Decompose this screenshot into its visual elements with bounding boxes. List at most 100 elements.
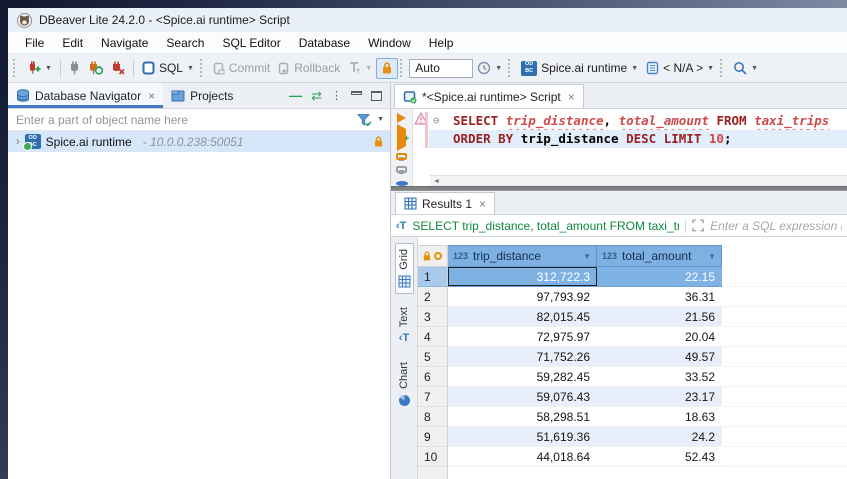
link-with-editor-icon[interactable]: ⇄ [311,88,322,104]
sort-dropdown-icon[interactable]: ▼ [583,252,591,261]
fold-collapse-icon[interactable]: ⊖ [433,112,440,130]
table-row[interactable]: 571,752.2649.57 [418,347,847,367]
table-row[interactable]: 297,793.9236.31 [418,287,847,307]
connection-lock-toggle[interactable] [376,58,398,79]
row-number[interactable]: 7 [418,387,448,407]
commit-button[interactable]: Commit [209,59,274,77]
close-icon[interactable]: × [566,90,575,104]
disconnect-button[interactable] [107,59,129,77]
grid-cell[interactable]: 59,282.45 [448,367,597,387]
table-row[interactable]: 659,282.4533.52 [418,367,847,387]
transaction-log-button[interactable]: ▼ [473,59,506,77]
view-tab-chart[interactable]: Chart [396,357,413,412]
execute-statement-button[interactable] [397,113,406,123]
column-header-total-amount[interactable]: 123 total_amount ▼ [597,245,722,267]
row-number[interactable]: 2 [418,287,448,307]
editor-horizontal-scrollbar[interactable]: ◄ [430,175,847,186]
filter-funnel-icon[interactable] [357,113,372,127]
tab-results-1[interactable]: Results 1 × [395,192,495,214]
minimize-panel-icon[interactable] [351,91,362,95]
connection-selector-dropdown[interactable]: ▼ [631,65,638,72]
row-number[interactable]: 8 [418,407,448,427]
grid-corner-cell[interactable] [418,245,448,267]
database-selector-dropdown[interactable]: ▼ [707,65,714,72]
object-filter-input[interactable]: Enter a part of object name here ▼ [8,109,390,131]
grid-cell[interactable]: 71,752.26 [448,347,597,367]
active-connection-selector[interactable]: OD BC Spice.ai runtime ▼ [517,59,642,78]
menu-help[interactable]: Help [420,34,463,52]
table-row[interactable]: 759,076.4323.17 [418,387,847,407]
sql-editor-dropdown[interactable]: ▼ [187,65,194,72]
new-sql-editor-button[interactable]: SQL ▼ [138,59,198,77]
transaction-mode-button[interactable]: ▼ [344,59,376,77]
search-dropdown[interactable]: ▼ [751,65,758,72]
row-number[interactable]: 1 [418,267,448,287]
grid-cell[interactable]: 22.15 [597,267,722,287]
row-number[interactable]: 9 [418,427,448,447]
table-row[interactable]: 472,975.9720.04 [418,327,847,347]
tree-item-connection[interactable]: › OD BC Spice.ai runtime - 10.0.0.238:50… [8,131,390,152]
table-row[interactable]: 1312,722.322.15 [418,267,847,287]
code-line-2[interactable]: ORDER BY trip_distance DESC LIMIT 10; [429,130,847,148]
transaction-dropdown[interactable]: ▼ [365,65,372,72]
execute-script-button[interactable] [396,153,407,160]
view-tab-grid[interactable]: Grid [395,243,414,294]
grid-cell[interactable]: 21.56 [597,307,722,327]
grid-cell[interactable]: 59,076.43 [448,387,597,407]
connect-button[interactable] [65,59,84,77]
view-menu-icon[interactable]: ⋮ [331,89,342,102]
grid-cell[interactable]: 82,015.45 [448,307,597,327]
row-number[interactable]: 4 [418,327,448,347]
code-line-1[interactable]: ⊖ SELECT trip_distance, total_amount FRO… [429,112,847,130]
explain-plan-button[interactable] [396,166,407,173]
grid-cell[interactable]: 52.43 [597,447,722,467]
grid-cell[interactable]: 36.31 [597,287,722,307]
grid-cell[interactable]: 72,975.97 [448,327,597,347]
grid-cell[interactable]: 58,298.51 [448,407,597,427]
expand-filter-icon[interactable] [692,219,704,232]
close-icon[interactable]: × [477,197,486,211]
menu-search[interactable]: Search [157,34,213,52]
new-connection-dropdown[interactable]: ▼ [45,65,52,72]
table-row[interactable]: 1044,018.6452.43 [418,447,847,467]
close-icon[interactable]: × [146,89,155,103]
menu-window[interactable]: Window [359,34,420,52]
tab-projects[interactable]: Projects [163,83,241,108]
grid-cell[interactable]: 18.63 [597,407,722,427]
row-number[interactable]: 3 [418,307,448,327]
column-header-trip-distance[interactable]: 123 trip_distance ▼ [448,245,597,267]
grid-cell[interactable]: 33.52 [597,367,722,387]
sort-dropdown-icon[interactable]: ▼ [708,252,716,261]
grid-cell[interactable]: 23.17 [597,387,722,407]
active-database-selector[interactable]: < N/A > ▼ [642,59,718,77]
grid-cell[interactable]: 51,619.36 [448,427,597,447]
row-number[interactable]: 10 [418,447,448,467]
execute-new-tab-button[interactable]: + [397,129,406,147]
view-tab-text[interactable]: Text ‹T [396,302,412,349]
menu-edit[interactable]: Edit [53,34,92,52]
transaction-log-dropdown[interactable]: ▼ [495,65,502,72]
grid-cell[interactable]: 44,018.64 [448,447,597,467]
scroll-left-icon[interactable]: ◄ [433,178,440,185]
rollback-button[interactable]: Rollback [274,59,344,77]
results-filter-bar[interactable]: ‹T SELECT trip_distance, total_amount FR… [391,215,847,237]
search-button[interactable]: ▼ [729,59,762,77]
table-row[interactable]: 951,619.3624.2 [418,427,847,447]
maximize-panel-icon[interactable] [371,91,382,101]
table-row[interactable]: 382,015.4521.56 [418,307,847,327]
tab-database-navigator[interactable]: Database Navigator × [8,83,163,108]
menu-file[interactable]: File [16,34,53,52]
commit-mode-combo[interactable]: Auto [409,59,473,78]
menu-sql-editor[interactable]: SQL Editor [213,34,289,52]
menu-database[interactable]: Database [290,34,359,52]
grid-cell[interactable]: 24.2 [597,427,722,447]
row-number[interactable]: 5 [418,347,448,367]
grid-cell[interactable]: 49.57 [597,347,722,367]
expander-icon[interactable]: › [16,136,20,148]
grid-cell[interactable]: 97,793.92 [448,287,597,307]
tab-sql-script[interactable]: *<Spice.ai runtime> Script × [394,84,584,108]
menu-navigate[interactable]: Navigate [92,34,157,52]
grid-cell[interactable]: 20.04 [597,327,722,347]
new-connection-button[interactable]: ▼ [22,59,56,77]
reconnect-button[interactable] [84,59,107,77]
